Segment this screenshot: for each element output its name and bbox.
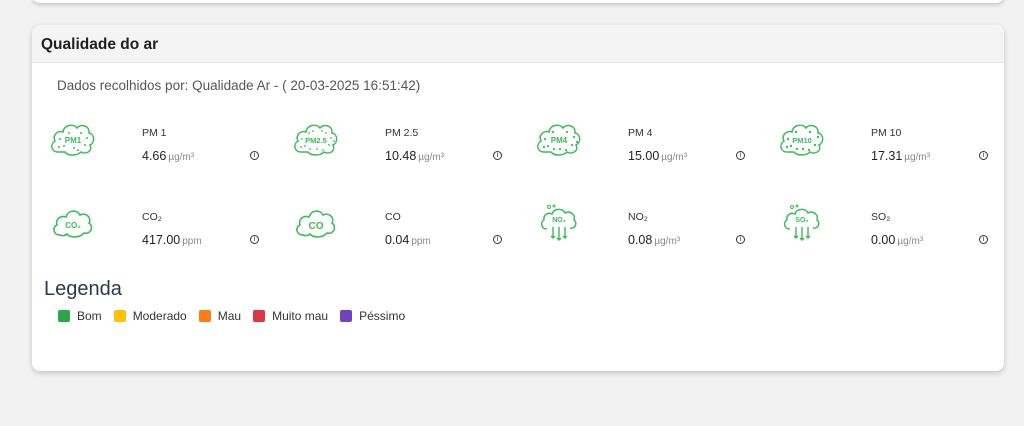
- card-title: Qualidade do ar: [41, 35, 159, 53]
- legend-swatch: [253, 310, 266, 322]
- info-icon[interactable]: i: [493, 151, 502, 160]
- pollutant-value: 4.66 µg/m³: [142, 149, 195, 163]
- pollutant-name: PM 10: [871, 127, 902, 139]
- pollutant-value: 0.04 ppm: [385, 233, 431, 247]
- info-icon[interactable]: i: [736, 235, 745, 244]
- pollutant-unit: µg/m³: [661, 152, 688, 163]
- svg-text:CO: CO: [309, 221, 324, 232]
- svg-text:PM4: PM4: [551, 136, 568, 145]
- info-icon[interactable]: i: [250, 151, 259, 160]
- pollutant-name: CO₂: [142, 211, 162, 223]
- pollutant-unit: µg/m³: [897, 236, 924, 247]
- co2-cloud-icon: CO₂: [48, 203, 96, 243]
- pm4-cloud-icon: PM4: [534, 119, 582, 159]
- svg-text:SO₂: SO₂: [795, 217, 808, 224]
- svg-text:PM1: PM1: [65, 136, 82, 145]
- co-cloud-icon: CO: [291, 203, 339, 243]
- info-icon[interactable]: i: [250, 235, 259, 244]
- pollutant-name: PM 2.5: [385, 127, 419, 139]
- pollutant-row: CO₂ CO₂ 417.00 ppm i CO CO 0.04 ppm i NO…: [32, 203, 1004, 263]
- legend-item-mau: Mau: [198, 309, 242, 323]
- pollutant-name: PM 4: [628, 127, 653, 139]
- legend-label: Mau: [217, 309, 242, 323]
- legend-label: Bom: [77, 309, 102, 323]
- legend-label: Moderado: [132, 309, 187, 323]
- pollutant-value: 0.00 µg/m³: [871, 233, 924, 247]
- legend-item-pessimo: Péssimo: [340, 309, 405, 323]
- svg-text:PM10: PM10: [792, 136, 812, 145]
- svg-text:CO₂: CO₂: [65, 221, 81, 230]
- pollutant-unit: µg/m³: [418, 152, 445, 163]
- legend-label: Muito mau: [272, 309, 329, 323]
- air-quality-card: Qualidade do ar Dados recolhidos por: Qu…: [32, 25, 1004, 371]
- pollutant-name: PM 1: [142, 127, 167, 139]
- pollutant-unit: ppm: [411, 236, 431, 247]
- pollutant-cell-co: CO CO 0.04 ppm i: [275, 203, 518, 263]
- svg-text:NO₂: NO₂: [552, 217, 566, 224]
- pollutant-unit: µg/m³: [168, 152, 195, 163]
- legend-swatch: [113, 310, 126, 322]
- pollutant-value: 0.08 µg/m³: [628, 233, 681, 247]
- pollutant-value: 17.31 µg/m³: [871, 149, 931, 163]
- legend-swatch: [340, 310, 353, 322]
- legend-swatch: [198, 310, 211, 322]
- collected-by-text: Dados recolhidos por: Qualidade Ar - ( 2…: [57, 78, 421, 93]
- pm1-cloud-icon: PM1: [48, 119, 96, 159]
- pollutant-unit: ppm: [182, 236, 202, 247]
- pm25-cloud-icon: PM2.5: [291, 119, 339, 159]
- pollutant-name: SO₂: [871, 211, 891, 223]
- pollutant-cell-pm1: PM1 PM 1 4.66 µg/m³ i: [32, 119, 275, 179]
- info-icon[interactable]: i: [979, 235, 988, 244]
- info-icon[interactable]: i: [979, 151, 988, 160]
- pm10-cloud-icon: PM10: [777, 119, 825, 159]
- pollutant-cell-no2: NO₂ NO₂ 0.08 µg/m³ i: [518, 203, 761, 263]
- pollutant-row: PM1 PM 1 4.66 µg/m³ i PM2.5 PM 2.5 10.48 µ…: [32, 119, 1004, 179]
- pollutant-cell-co2: CO₂ CO₂ 417.00 ppm i: [32, 203, 275, 263]
- pollutant-cell-pm10: PM10 PM 10 17.31 µg/m³ i: [761, 119, 1004, 179]
- pollutant-value: 417.00 ppm: [142, 233, 202, 247]
- pollutant-name: CO: [385, 211, 401, 223]
- pollutant-cell-so2: SO₂ SO₂ 0.00 µg/m³ i: [761, 203, 1004, 263]
- previous-card: [32, 0, 1004, 3]
- svg-text:PM2.5: PM2.5: [305, 136, 327, 145]
- card-header: Qualidade do ar: [32, 25, 1004, 63]
- pollutant-value: 15.00 µg/m³: [628, 149, 688, 163]
- legend: Bom Moderado Mau Muito mau Péssimo: [58, 309, 417, 323]
- so2-cloud-icon: SO₂: [777, 203, 825, 243]
- pollutant-name: NO₂: [628, 211, 648, 223]
- pollutant-cell-pm25: PM2.5 PM 2.5 10.48 µg/m³ i: [275, 119, 518, 179]
- no2-cloud-icon: NO₂: [534, 203, 582, 243]
- info-icon[interactable]: i: [736, 151, 745, 160]
- pollutant-unit: µg/m³: [904, 152, 931, 163]
- legend-title: Legenda: [44, 278, 122, 300]
- legend-label: Péssimo: [359, 309, 406, 323]
- info-icon[interactable]: i: [493, 235, 502, 244]
- legend-item-moderado: Moderado: [113, 309, 187, 323]
- legend-swatch: [58, 310, 70, 322]
- pollutant-cell-pm4: PM4 PM 4 15.00 µg/m³ i: [518, 119, 761, 179]
- pollutant-unit: µg/m³: [654, 236, 681, 247]
- legend-item-muito-mau: Muito mau: [253, 309, 328, 323]
- pollutant-value: 10.48 µg/m³: [385, 149, 445, 163]
- legend-item-bom: Bom: [58, 309, 102, 323]
